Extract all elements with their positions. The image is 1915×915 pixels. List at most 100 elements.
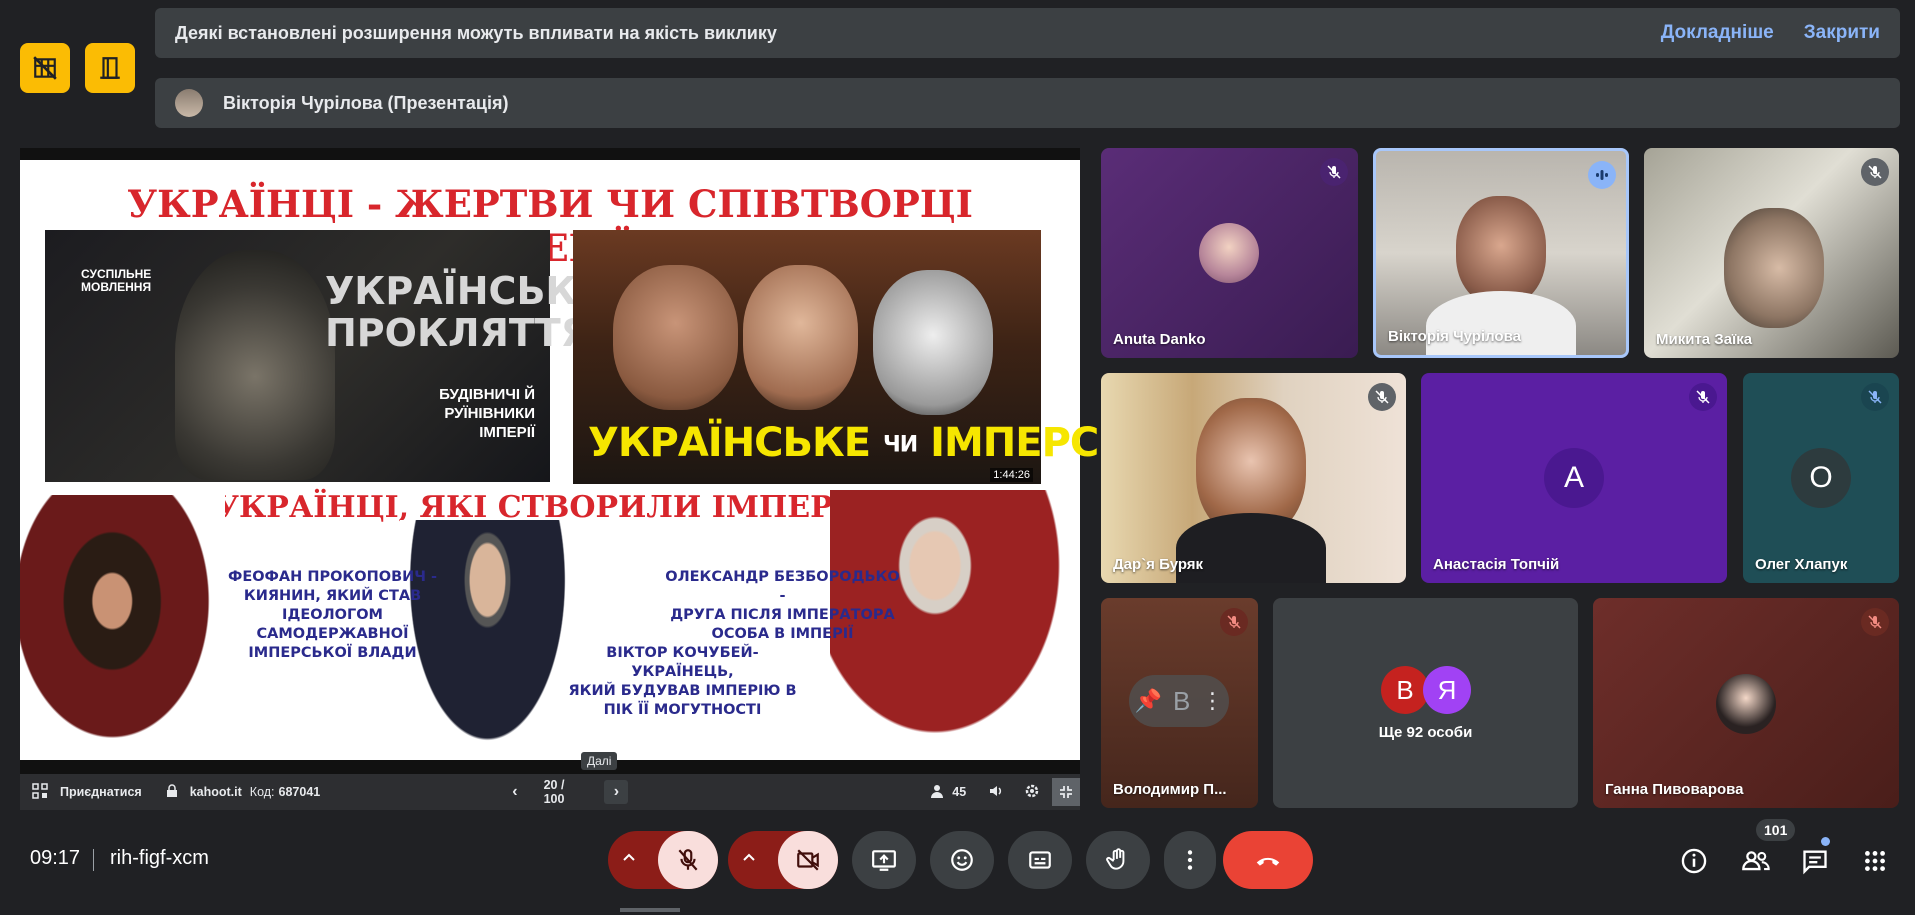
mic-off-icon bbox=[1368, 383, 1396, 411]
right-video-chy: ЧИ bbox=[882, 432, 918, 458]
chat-icon[interactable] bbox=[1799, 845, 1831, 877]
video-face bbox=[1724, 208, 1824, 328]
camera-off-icon bbox=[797, 849, 819, 871]
feofan-portrait bbox=[20, 495, 225, 760]
avatar bbox=[1716, 674, 1776, 734]
presenter-avatar bbox=[175, 89, 203, 117]
mic-off-icon bbox=[1861, 158, 1889, 186]
mic-options-chevron-icon[interactable] bbox=[620, 848, 638, 871]
call-end-icon bbox=[1256, 857, 1280, 866]
extensions-banner-text: Деякі встановлені розширення можуть впли… bbox=[175, 22, 777, 43]
players-count: 45 bbox=[952, 785, 967, 799]
captions-button[interactable] bbox=[1008, 831, 1072, 889]
bezborodko-caption: ОЛЕКСАНДР БЕЗБОРОДЬКО - ДРУГА ПІСЛЯ ІМПЕ… bbox=[665, 569, 900, 642]
mic-off-icon bbox=[1220, 608, 1248, 636]
hand-icon bbox=[1106, 848, 1125, 870]
extensions-banner: Деякі встановлені розширення можуть впли… bbox=[155, 8, 1900, 58]
more-options-icon[interactable]: ⋮ bbox=[1201, 688, 1223, 714]
mic-off-icon bbox=[1689, 383, 1717, 411]
participant-letter-avatar: А bbox=[1544, 448, 1604, 508]
mic-off-icon bbox=[1861, 608, 1889, 636]
next-slide-button[interactable]: › bbox=[604, 780, 629, 804]
portrait-3 bbox=[873, 270, 993, 415]
pin-icon[interactable]: 📌 bbox=[1135, 688, 1162, 714]
video-body bbox=[1426, 291, 1576, 355]
avatar bbox=[1199, 223, 1259, 283]
next-tooltip: Далі bbox=[581, 752, 618, 770]
present-screen-icon bbox=[872, 850, 896, 871]
portrait-1 bbox=[613, 265, 738, 410]
participant-name: Анастасія Топчій bbox=[1433, 556, 1560, 573]
scroll-indicator bbox=[620, 908, 680, 912]
lock-icon bbox=[166, 783, 178, 801]
left-video-thumbnail[interactable]: СУСПІЛЬНЕ МОВЛЕННЯ УКРАЇНСЬКЕ ПРОКЛЯТТЯ … bbox=[45, 230, 603, 482]
participant-tile[interactable]: А Анастасія Топчій bbox=[1421, 373, 1727, 583]
mic-off-icon bbox=[1320, 158, 1348, 186]
right-video-title-1: УКРАЇНСЬКЕ bbox=[588, 420, 871, 466]
more-options-button[interactable] bbox=[1164, 831, 1216, 889]
camera-control-group bbox=[728, 831, 838, 889]
kochubei-caption: ВІКТОР КОЧУБЕЙ- УКРАЇНЕЦЬ, ЯКИЙ БУДУВАВ … bbox=[568, 645, 797, 718]
captions-icon bbox=[1029, 851, 1051, 869]
slide: УКРАЇНЦІ - ЖЕРТВИ ЧИ СПІВТВОРЦІ ІМПЕРІЇ?… bbox=[20, 160, 1209, 760]
participant-letter-avatar: Я bbox=[1423, 666, 1471, 714]
participant-tile[interactable]: Anuta Danko bbox=[1101, 148, 1358, 358]
others-tile[interactable]: В Я Ще 92 особи bbox=[1273, 598, 1578, 808]
reactions-button[interactable] bbox=[930, 831, 994, 889]
participant-tile[interactable]: 📌 В ⋮ Володимир П... bbox=[1101, 598, 1258, 808]
more-vert-icon bbox=[1187, 850, 1193, 870]
video-face bbox=[1456, 196, 1546, 306]
activities-apps-icon[interactable] bbox=[1859, 845, 1891, 877]
meeting-time: 09:17 bbox=[30, 847, 81, 869]
companion-button[interactable] bbox=[85, 43, 135, 93]
participant-tile-speaking[interactable]: Вікторія Чурілова bbox=[1373, 148, 1629, 358]
participant-letter-avatar: В bbox=[1173, 685, 1191, 716]
exit-fullscreen-icon[interactable] bbox=[1052, 778, 1080, 806]
camera-options-chevron-icon[interactable] bbox=[740, 848, 758, 871]
right-video-thumbnail[interactable]: УКРАЇНСЬКЕ ЧИ ІМПЕРСЬКЕ? 1:44:26 bbox=[573, 230, 1209, 484]
meet-window: Деякі встановлені розширення можуть впли… bbox=[0, 0, 1915, 915]
players-icon bbox=[930, 784, 944, 801]
participant-name: Вікторія Чурілова bbox=[1388, 328, 1521, 345]
activities-button[interactable] bbox=[20, 43, 70, 93]
skull-figure bbox=[175, 250, 335, 480]
raise-hand-button[interactable] bbox=[1086, 831, 1150, 889]
participant-tile[interactable]: Микита Заїка bbox=[1644, 148, 1899, 358]
presenting-banner-text: Вікторія Чурілова (Презентація) bbox=[223, 92, 509, 113]
volume-icon[interactable] bbox=[988, 783, 1004, 802]
feofan-caption: ФЕОФАН ПРОКОПОВИЧ - КИЯНИН, ЯКИЙ СТАВ ІД… bbox=[227, 569, 438, 661]
participant-tile[interactable]: О Олег Хлапук bbox=[1743, 373, 1899, 583]
emoji-icon bbox=[951, 849, 973, 871]
prev-slide-button[interactable]: ‹ bbox=[512, 783, 517, 801]
participant-tile[interactable]: Дар`я Буряк bbox=[1101, 373, 1406, 583]
left-video-small-text: БУДІВНИЧІ Й РУЇНІВНИКИ ІМПЕРІЇ bbox=[439, 386, 535, 441]
left-video-big-text: УКРАЇНСЬКЕ ПРОКЛЯТТЯ bbox=[325, 269, 603, 355]
presenting-banner: Вікторія Чурілова (Презентація) bbox=[155, 78, 1900, 128]
leave-call-button[interactable] bbox=[1223, 831, 1313, 889]
others-count-label: Ще 92 особи bbox=[1378, 724, 1473, 741]
tile-hover-controls[interactable]: 📌 В ⋮ bbox=[1129, 675, 1229, 727]
mic-off-icon bbox=[678, 849, 698, 871]
people-count-badge: 101 bbox=[1756, 819, 1796, 841]
participant-letter-avatar: О bbox=[1791, 448, 1851, 508]
participant-name: Олег Хлапук bbox=[1755, 556, 1848, 573]
participant-name: Ганна Пивоварова bbox=[1605, 781, 1744, 798]
divider bbox=[93, 849, 94, 871]
people-icon[interactable] bbox=[1740, 845, 1772, 877]
qr-icon[interactable] bbox=[32, 782, 48, 802]
meeting-details-icon[interactable] bbox=[1678, 845, 1710, 877]
participant-name: Дар`я Буряк bbox=[1113, 556, 1204, 573]
video-duration: 1:44:26 bbox=[990, 468, 1033, 482]
participant-name: Володимир П... bbox=[1113, 781, 1227, 798]
participant-tile[interactable]: Ганна Пивоварова bbox=[1593, 598, 1899, 808]
slide-page-counter: 20 / 100 bbox=[543, 778, 565, 806]
close-banner-button[interactable]: Закрити bbox=[1804, 22, 1880, 44]
camera-toggle-button[interactable] bbox=[778, 831, 838, 889]
learn-more-link[interactable]: Докладніше bbox=[1661, 22, 1774, 44]
present-screen-button[interactable] bbox=[852, 831, 916, 889]
mic-toggle-button[interactable] bbox=[658, 831, 718, 889]
participant-name: Микита Заїка bbox=[1656, 331, 1753, 348]
settings-icon[interactable] bbox=[1024, 783, 1040, 802]
door-icon bbox=[100, 57, 120, 79]
grid-off-icon bbox=[33, 56, 57, 80]
